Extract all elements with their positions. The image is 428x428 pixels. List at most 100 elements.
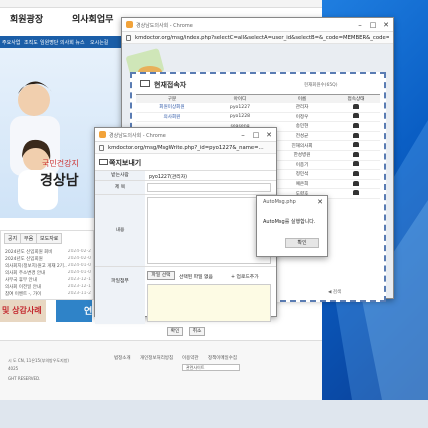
site-tab-work[interactable]: 의사회업무 [72,12,113,25]
mail-icon [99,159,108,165]
related-sites-select[interactable]: 관련사이트 [182,364,240,371]
online-status-icon [353,180,359,186]
attach-label: 파일첨부 [95,267,145,324]
ok-button[interactable]: 확인 [285,238,319,248]
footer-link[interactable]: 이용약관 [182,355,199,361]
send-message-window: 경상남도의사회 - Chrome – □ ✕ kmdoctor.org/msg/… [94,127,277,336]
cell-name: 예은희 [272,179,333,190]
notice-item[interactable]: 의사회 주소변경 안내 2024-01-0 [5,270,91,276]
notice-item[interactable]: 2024년도 신입회원 2024-02-0 [5,256,91,262]
maximize-icon[interactable]: □ [251,130,261,140]
close-icon[interactable]: ✕ [381,20,391,30]
notice-item[interactable]: 의사회 이전일 안내 2023-12-1 [5,284,91,290]
column-header: 아이디 [207,94,273,103]
window-title: 경상남도의사회 - Chrome [136,23,193,29]
window-title: 경상남도의사회 - Chrome [109,133,166,139]
online-status-icon [353,151,359,157]
cell-name: 정민석 [272,169,333,180]
automsg-alert-dialog: AutoMsg.php ✕ AutoMsg를 실행합니다. 확인 [256,195,328,257]
content-textarea[interactable] [147,197,271,264]
online-status-icon [353,142,359,148]
cell-name: 이종기 [272,160,333,171]
message-heading: 쪽지보내기 [109,159,142,167]
cell-id[interactable]: pyo1228 [207,112,273,123]
chrome-app-icon [126,21,133,28]
column-header: 구분 [136,94,208,103]
promo-banner-blue[interactable]: 연 [56,300,92,322]
notice-item[interactable]: 사무국 휴무 안내 2023-12-1 [5,277,91,283]
site-tab-member[interactable]: 회원광장 [10,12,43,25]
alert-message: AutoMsg를 실행합니다. [263,219,316,225]
column-header: 접속상태 [332,94,380,103]
notice-board: 공지 부음 보도자료 2024년도 신입회원 회비 2024-02-2 2024년… [0,230,94,300]
maximize-icon[interactable]: □ [368,20,378,30]
pager-search[interactable]: ◀ 검색 [328,289,341,295]
table-row[interactable]: 의사회원 pyo1228 이정우 [136,112,380,123]
notice-tab[interactable]: 부음 [20,233,38,244]
confirm-button[interactable]: 확인 [167,327,183,336]
window-titlebar[interactable]: 경상남도의사회 - Chrome – □ ✕ [122,18,393,32]
table-header-row: 구분 아이디 이름 접속상태 [136,94,380,103]
cell-group: 의사회원 [136,112,208,123]
cell-id[interactable]: pyo1227 [207,102,273,113]
attachment-list [147,284,271,322]
url-text[interactable]: kmdoctor.org/msg/MsgWrite.php?_id=pyo122… [108,145,272,151]
hero-slogan-line2: 경상남 [40,173,79,189]
notice-item[interactable]: 의사회지(정보지)원고 게재 2기.. 2024-01-0 [5,263,91,269]
window-content: 쪽지보내기 받는사람 pyo1227(관리자) 제 목 내용 파일첨부 파일 선… [95,154,276,336]
lock-icon [99,145,104,151]
add-upload-button[interactable]: + 업로드추가 [231,273,259,280]
notice-tab[interactable]: 공지 [4,233,22,244]
recipient-value: pyo1227(관리자) [149,175,188,180]
address-bar[interactable]: kmdoctor.org/msg/MsgWrite.php?_id=pyo122… [95,142,276,154]
lock-icon [126,35,131,41]
subject-label: 제 목 [95,181,145,194]
table-row[interactable]: 회원미상회원 pyo1227 관리자 [136,102,380,113]
cell-name: 진해의사회 [272,140,333,151]
minimize-icon[interactable]: – [355,20,365,30]
nav-item[interactable]: 조직도 [24,39,38,46]
recipient-row: 받는사람 pyo1227(관리자) [95,170,276,180]
online-status-icon [353,103,359,109]
url-text[interactable]: kmdoctor.org/msg/index.php?selectC=all&s… [135,35,389,41]
content-label: 내용 [95,195,145,266]
nav-item[interactable]: 주요사업 [2,39,20,46]
chrome-app-icon [99,131,106,138]
cell-name: 이정우 [272,112,333,123]
cell-name: 관리자 [272,102,333,113]
online-status-icon [353,122,359,128]
site-top-strip [0,0,322,8]
content-row: 내용 [95,194,276,266]
promo-banner-red-text: 및 상감사례 [2,306,42,315]
footer-copyright: GHT RESERVED. [8,376,41,381]
column-header: 이름 [272,94,333,103]
footer-link[interactable]: 정책이메일수집 [208,355,237,361]
footer-address: 시 도 CN, 11은15(부의방우도지방) [8,358,69,363]
alert-title: AutoMsg.php [263,199,296,205]
footer-link[interactable]: 개인정보처리방침 [140,355,173,361]
nav-item[interactable]: 오시는길 [90,39,108,46]
online-status-icon [353,113,359,119]
footer-link[interactable]: 법정소개 [114,355,131,361]
minimize-icon[interactable]: – [238,130,248,140]
promo-banner-blue-text: 연 [84,307,93,317]
close-icon[interactable]: ✕ [315,197,325,207]
cancel-button[interactable]: 취소 [189,327,205,336]
cell-name: 한성병원 [272,150,333,161]
nav-item[interactable]: 임원명단 [40,39,58,46]
choose-file-button[interactable]: 파일 선택 [147,271,175,280]
address-bar[interactable]: kmdoctor.org/msg/index.php?selectC=all&s… [122,32,393,44]
recipient-label: 받는사람 [95,171,145,180]
hero-slogan-line1: 국민건강지 [42,159,79,168]
notice-tab[interactable]: 보도자료 [36,233,63,244]
member-count: 현재회원수(65Q) [304,83,338,88]
close-icon[interactable]: ✕ [264,130,274,140]
nav-item[interactable]: 의사회 뉴스 [60,39,85,46]
notice-item[interactable]: 2024년도 신입회원 회비 2024-02-2 [5,249,91,255]
subject-input[interactable] [147,183,271,192]
no-file-chosen-text: 선택된 파일 없음 [179,275,213,280]
panel-title: 현재접속자 [154,81,187,89]
notice-item[interactable]: 참여 이벤트 -, 가이 2023-11-2 [5,291,91,297]
cell-name: 전성균 [272,131,333,142]
window-titlebar[interactable]: 경상남도의사회 - Chrome – □ ✕ [95,128,276,142]
